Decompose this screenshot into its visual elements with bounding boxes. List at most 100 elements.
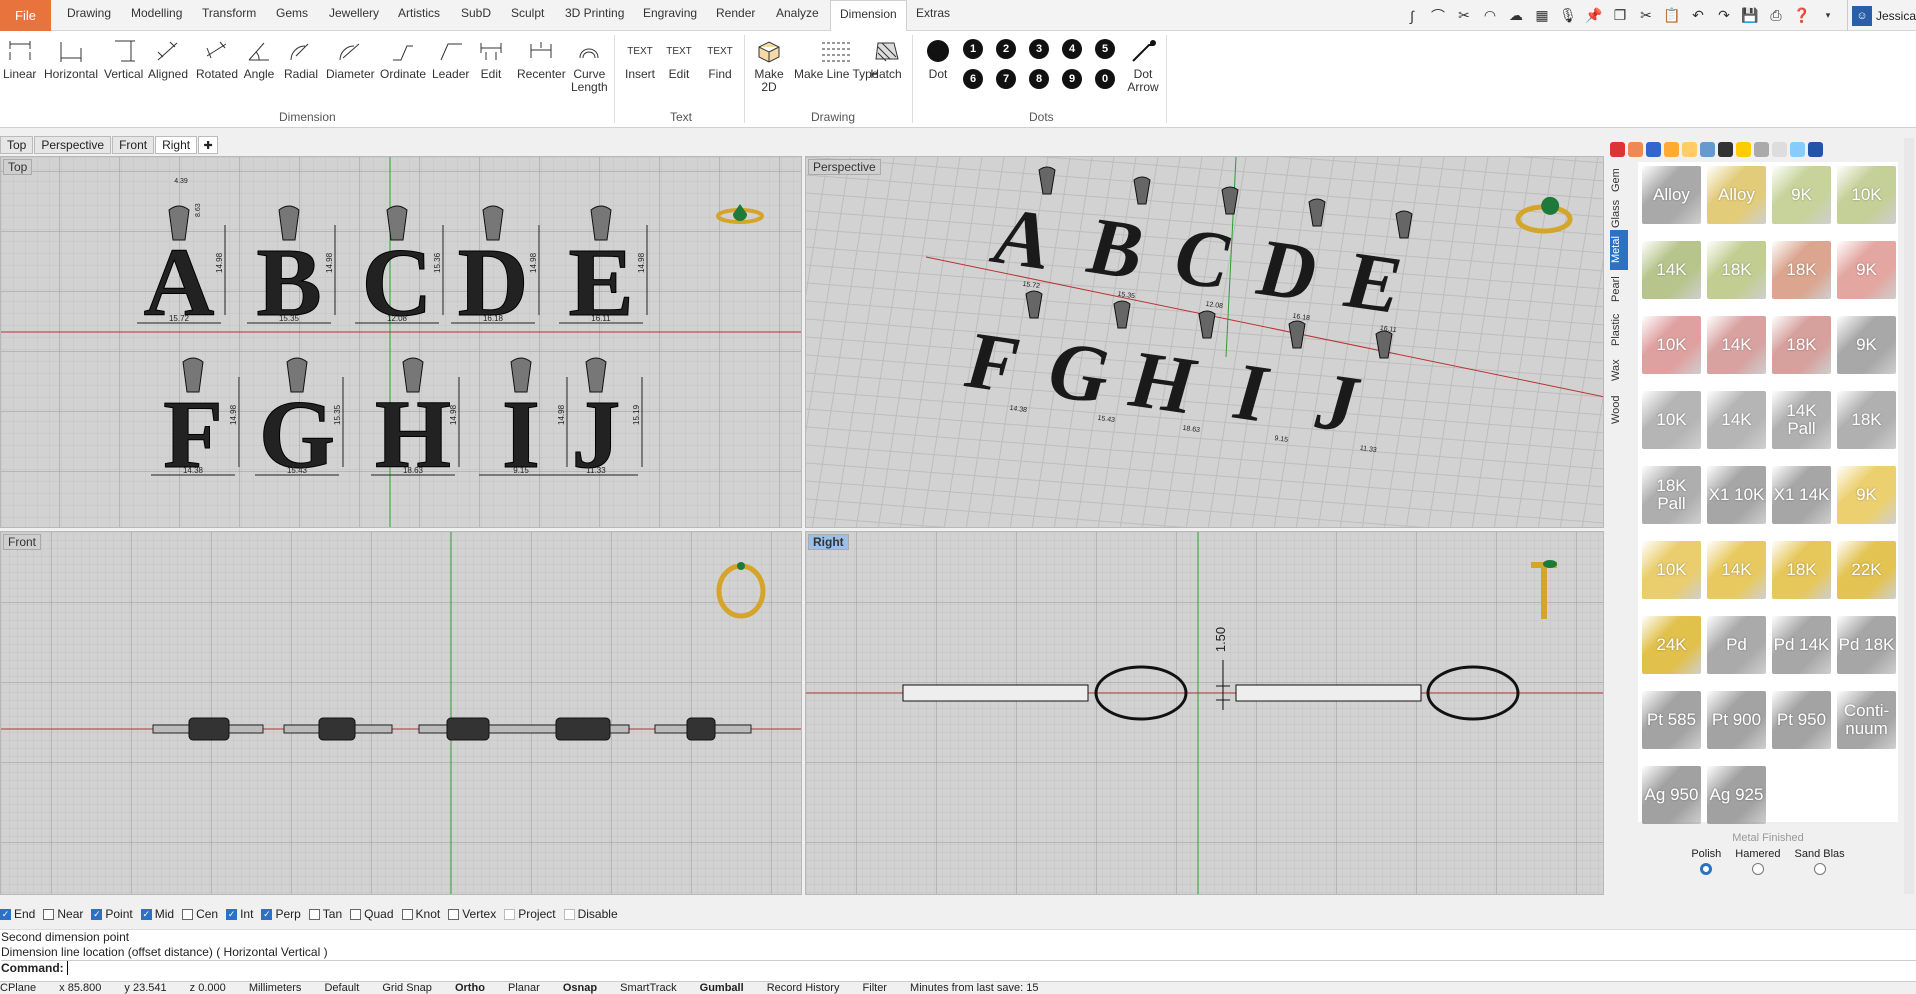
osnap-mid[interactable]: ✓ Mid <box>140 907 174 921</box>
color-wheel-icon[interactable] <box>1610 141 1625 157</box>
clapper-icon[interactable]: ▦ <box>1532 6 1552 26</box>
recenter-button[interactable]: Recenter <box>517 34 566 81</box>
angle-button[interactable]: Angle <box>243 34 275 81</box>
command-prompt[interactable]: Command: <box>1 960 1916 976</box>
dot-number-7-button[interactable]: 7 <box>996 69 1016 89</box>
material-tab-gem[interactable]: Gem <box>1610 162 1628 198</box>
dot-button[interactable]: Dot <box>922 34 954 81</box>
letter-pendant[interactable]: G15.4315.35 <box>255 357 344 490</box>
finish-sand-blast-radio[interactable] <box>1813 863 1826 875</box>
find-text-button[interactable]: TEXT Find <box>704 34 736 81</box>
osnap-quad[interactable]: Quad <box>350 907 394 921</box>
sun-panel-icon[interactable] <box>1790 141 1805 157</box>
tab-transform[interactable]: Transform <box>202 6 256 20</box>
tab-front-viewport[interactable]: Front <box>112 136 155 154</box>
metal-swatch[interactable]: X1 14K <box>1772 466 1831 524</box>
right-viewport-label[interactable]: Right <box>808 534 849 550</box>
status-layer[interactable]: Default <box>324 982 359 994</box>
osnap-checkbox[interactable] <box>504 908 516 920</box>
status-grid-snap[interactable]: Grid Snap <box>382 982 432 994</box>
ordinate-button[interactable]: Ordinate <box>380 34 426 81</box>
pin-icon[interactable]: 📌 <box>1584 6 1604 26</box>
osnap-checkbox[interactable] <box>43 908 55 920</box>
metal-swatch[interactable]: 14K <box>1707 541 1766 599</box>
metal-swatch[interactable]: 10K <box>1837 166 1896 224</box>
letter-pendant[interactable]: H18.6314.98 <box>371 357 460 490</box>
edit-dimension-button[interactable]: Edit <box>475 34 507 81</box>
make-line-type-button[interactable]: Make Line Type <box>794 34 879 81</box>
leader-button[interactable]: Leader <box>432 34 469 81</box>
letter-pendant[interactable]: C12.0815.36 <box>355 205 444 338</box>
metal-swatch[interactable]: 22K <box>1837 541 1896 599</box>
metal-swatch[interactable]: Pt 585 <box>1642 691 1701 749</box>
metal-swatch[interactable]: Pd 14K <box>1772 616 1831 674</box>
osnap-vertex[interactable]: Vertex <box>448 907 496 921</box>
osnap-checkbox[interactable]: ✓ <box>0 908 11 920</box>
tab-analyze[interactable]: Analyze <box>776 6 819 20</box>
finish-hamered-option[interactable]: Hamered <box>1735 848 1781 875</box>
dot-number-9-button[interactable]: 9 <box>1062 69 1082 89</box>
letter-pendant[interactable]: F14.3814.98 <box>151 357 240 490</box>
picture-panel-icon[interactable] <box>1700 141 1715 157</box>
osnap-point[interactable]: ✓ Point <box>91 907 133 921</box>
metal-swatch[interactable]: 9K <box>1837 466 1896 524</box>
metal-swatch[interactable]: 14K <box>1642 241 1701 299</box>
scissors-curve-icon[interactable]: ✂ <box>1454 6 1474 26</box>
status-filter[interactable]: Filter <box>863 982 887 994</box>
tab-3d-printing[interactable]: 3D Printing <box>565 6 624 20</box>
file-menu-button[interactable]: File <box>0 0 51 31</box>
tab-subd[interactable]: SubD <box>461 6 491 20</box>
metal-swatch[interactable]: 18K <box>1707 241 1766 299</box>
front-viewport[interactable]: Front <box>0 531 802 895</box>
osnap-project[interactable]: Project <box>504 907 556 921</box>
letter-pendant[interactable]: D16.1814.98 <box>451 205 540 338</box>
front-viewport-label[interactable]: Front <box>3 534 42 550</box>
rock-icon[interactable]: ◠ <box>1480 6 1500 26</box>
tab-sculpt[interactable]: Sculpt <box>511 6 544 20</box>
metal-swatch[interactable]: 14K <box>1707 391 1766 449</box>
tab-dimension[interactable]: Dimension <box>830 0 907 31</box>
horizontal-button[interactable]: Horizontal <box>44 34 98 81</box>
tab-extras[interactable]: Extras <box>916 6 950 20</box>
copy-icon[interactable]: ❐ <box>1610 6 1630 26</box>
dot-number-4-button[interactable]: 4 <box>1062 39 1082 59</box>
metal-swatch[interactable]: X1 10K <box>1707 466 1766 524</box>
tab-right-viewport[interactable]: Right <box>155 136 198 154</box>
paste-icon[interactable]: 📋 <box>1662 6 1682 26</box>
metal-swatch[interactable]: 9K <box>1837 316 1896 374</box>
diameter-button[interactable]: Diameter <box>326 34 375 81</box>
metal-swatch[interactable]: 18K Pall <box>1642 466 1701 524</box>
panel-scrollbar[interactable] <box>1904 138 1914 894</box>
metal-swatch[interactable]: 18K <box>1772 316 1831 374</box>
user-account[interactable]: ☺ Jessica <box>1846 0 1916 31</box>
status-gumball[interactable]: Gumball <box>700 982 744 994</box>
dot-number-0-button[interactable]: 0 <box>1095 69 1115 89</box>
command-input[interactable] <box>67 961 72 975</box>
metal-swatch[interactable]: 10K <box>1642 391 1701 449</box>
bell-panel-icon[interactable] <box>1808 141 1823 157</box>
metal-swatch[interactable]: Alloy <box>1707 166 1766 224</box>
sphere-panel-icon[interactable] <box>1646 141 1661 157</box>
status-record-history[interactable]: Record History <box>767 982 840 994</box>
microphone-icon[interactable]: 🎙 <box>1558 6 1578 26</box>
tab-render[interactable]: Render <box>716 6 755 20</box>
osnap-tan[interactable]: Tan <box>308 907 342 921</box>
metal-swatch[interactable]: Pd 18K <box>1837 616 1896 674</box>
save-icon[interactable]: 💾 <box>1740 6 1760 26</box>
finish-sand-blast-option[interactable]: Sand Blas <box>1795 848 1845 875</box>
perspective-viewport-label[interactable]: Perspective <box>808 159 881 175</box>
osnap-cen[interactable]: Cen <box>182 907 218 921</box>
status-cplane[interactable]: CPlane <box>0 982 36 994</box>
osnap-checkbox[interactable] <box>563 908 575 920</box>
snake-icon[interactable]: ∫ <box>1402 6 1422 26</box>
osnap-checkbox[interactable] <box>448 908 460 920</box>
osnap-checkbox[interactable]: ✓ <box>261 908 273 920</box>
status-planar[interactable]: Planar <box>508 982 540 994</box>
undo-icon[interactable]: ↶ <box>1688 6 1708 26</box>
tab-drawing[interactable]: Drawing <box>67 6 111 20</box>
material-tab-glass[interactable]: Glass <box>1610 198 1628 230</box>
metal-swatch[interactable]: Pt 900 <box>1707 691 1766 749</box>
insert-text-button[interactable]: TEXT Insert <box>624 34 656 81</box>
material-tab-pearl[interactable]: Pearl <box>1610 270 1628 308</box>
rotated-button[interactable]: Rotated <box>196 34 238 81</box>
